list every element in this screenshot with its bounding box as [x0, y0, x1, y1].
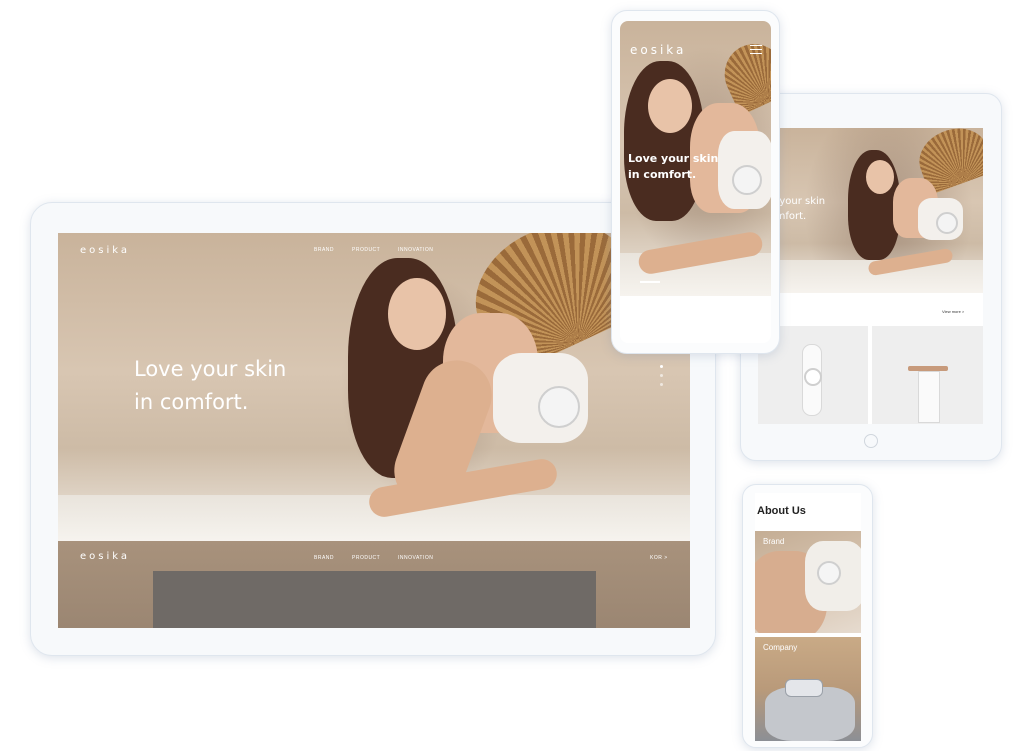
phone-bottom-screen: About Us Brand Company [755, 493, 861, 741]
tablet-product-device [936, 212, 958, 234]
phone-top-product-device [732, 165, 762, 195]
phone-top-headline-line-2: in comfort. [628, 168, 697, 181]
desktop-headline-line-2: in comfort. [134, 390, 249, 414]
desktop-brand-logo[interactable]: eosika [80, 245, 130, 256]
phone-bottom-title: About Us [757, 505, 806, 517]
phone-top-slide-bar[interactable] [640, 281, 660, 283]
phone-bottom-card-brand-gadget [817, 561, 841, 585]
tablet-view-more-link[interactable]: View more > [942, 309, 964, 314]
tablet-product-2-body [918, 371, 940, 423]
home-button-icon[interactable] [864, 434, 878, 448]
desktop-footer-logo[interactable]: eosika [80, 551, 130, 562]
tablet-screen: ka ove your skin comfort. duct View more… [758, 128, 983, 424]
desktop-footer-nav-product[interactable]: PRODUCT [352, 555, 380, 561]
phone-bottom-card-company[interactable]: Company [755, 637, 861, 741]
desktop-nav-innovation[interactable]: INNOVATION [398, 247, 433, 253]
desktop-nav-product[interactable]: PRODUCT [352, 247, 380, 253]
desktop-footer-nav-brand[interactable]: BRAND [314, 555, 334, 561]
phone-top-headline-line-1: Love your skin [628, 152, 719, 165]
phone-bottom-device: About Us Brand Company [742, 484, 873, 748]
desktop-footer-nav-innovation[interactable]: INNOVATION [398, 555, 433, 561]
desktop-headline: Love your skin in comfort. [134, 353, 286, 419]
desktop-product-device [538, 386, 580, 428]
phone-top-brand-logo[interactable]: eosika [630, 43, 686, 57]
phone-top-screen: eosika Love your skin in comfort. [620, 21, 771, 343]
desktop-screen: eosika BRAND PRODUCT INNOVATION Love you… [58, 233, 690, 628]
desktop-headline-line-1: Love your skin [134, 357, 287, 381]
desktop-nav-brand[interactable]: BRAND [314, 247, 334, 253]
phone-top-device: eosika Love your skin in comfort. [611, 10, 780, 354]
phone-bottom-card-company-device [785, 679, 823, 697]
desktop-footer-language-link[interactable]: KOR > [650, 555, 668, 561]
tablet-product-card-2[interactable] [872, 326, 983, 424]
desktop-model [348, 258, 608, 538]
phone-bottom-card-brand[interactable]: Brand [755, 531, 861, 633]
desktop-slide-indicator[interactable] [660, 365, 663, 395]
hamburger-icon[interactable] [750, 45, 762, 55]
phone-top-headline: Love your skin in comfort. [628, 151, 718, 183]
phone-bottom-card-brand-label: Brand [763, 537, 785, 546]
desktop-video-placeholder [153, 571, 596, 628]
tablet-product-1-lens [804, 368, 822, 386]
phone-bottom-card-company-label: Company [763, 643, 798, 652]
tablet-model [848, 150, 968, 290]
